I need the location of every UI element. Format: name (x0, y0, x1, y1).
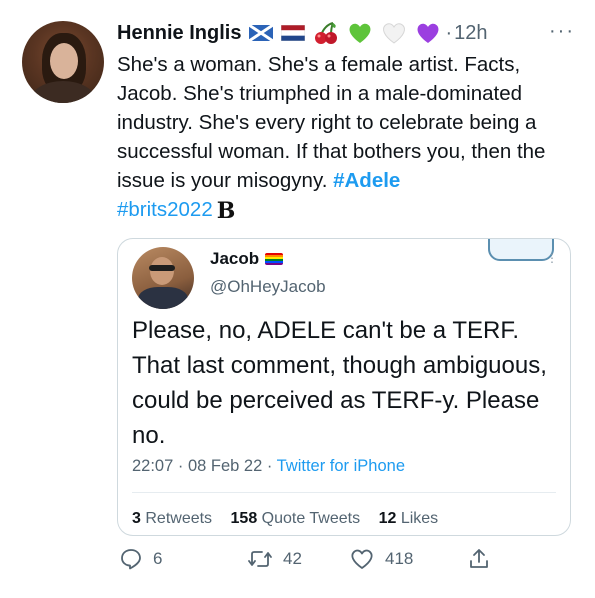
white-heart-icon (381, 21, 407, 45)
scotland-flag-icon (249, 25, 274, 41)
reply-icon (119, 547, 143, 571)
time-separator: · (445, 21, 453, 44)
quoted-author-handle[interactable]: @OhHeyJacob (210, 277, 326, 297)
tweet-text: She's a woman. She's a female artist. Fa… (117, 50, 577, 226)
purple-heart-icon (415, 21, 441, 45)
retweets-stat[interactable]: 3 Retweets (132, 510, 212, 527)
like-button[interactable]: 418 (349, 547, 413, 571)
likes-stat[interactable]: 12 Likes (379, 510, 439, 527)
divider (132, 492, 556, 493)
author-name[interactable]: Hennie Inglis (117, 22, 241, 45)
retweet-button[interactable]: 42 (247, 547, 302, 571)
share-icon (467, 547, 491, 571)
quoted-source[interactable]: Twitter for iPhone (277, 457, 405, 475)
netherlands-flag-icon (281, 25, 306, 41)
reply-count: 6 (153, 549, 163, 568)
retweet-count: 42 (283, 549, 302, 568)
quoted-tweet[interactable]: ⋮ Jacob @OhHeyJacob Please, no, ADELE ca… (117, 238, 571, 536)
quote-card-badge (488, 239, 554, 261)
quote-tweets-stat[interactable]: 158 Quote Tweets (231, 510, 361, 527)
quoted-tweet-text: Please, no, ADELE can't be a TERF. That … (132, 317, 547, 449)
quote-more-icon: ⋮ (546, 251, 558, 265)
quoted-timestamp[interactable]: 22:07 · 08 Feb 22 · (132, 457, 277, 475)
quoted-tweet-stats: 3 Retweets 158 Quote Tweets 12 Likes (132, 510, 452, 528)
author-avatar[interactable] (22, 21, 104, 103)
heart-icon (349, 547, 375, 571)
tweet-time[interactable]: 12h (454, 22, 487, 45)
hashtag-brits2022[interactable]: #brits2022 (117, 198, 213, 221)
quoted-tweet-meta: 22:07 · 08 Feb 22 · Twitter for iPhone (132, 457, 405, 476)
tweet-header: Hennie Inglis · 12h ··· (117, 18, 575, 48)
like-count: 418 (385, 549, 414, 568)
reply-button[interactable]: 6 (119, 547, 162, 571)
more-options-icon[interactable]: ··· (549, 20, 575, 43)
quoted-author-name[interactable]: Jacob (210, 249, 259, 269)
brits-logo-icon: B (216, 198, 236, 224)
tweet-actions: 6 42 418 (117, 547, 507, 577)
tweet-body: She's a woman. She's a female artist. Fa… (117, 53, 546, 192)
hashtag-adele[interactable]: #Adele (333, 169, 400, 192)
quoted-author-avatar[interactable] (132, 247, 194, 309)
rainbow-flag-icon (265, 253, 284, 265)
tweet: Hennie Inglis · 12h ··· She's a woman. S… (0, 0, 595, 598)
share-button[interactable] (467, 547, 491, 571)
quoted-author-row: Jacob (210, 249, 284, 269)
green-heart-icon (347, 21, 373, 45)
retweet-icon (247, 547, 273, 571)
cherries-icon (313, 21, 339, 45)
